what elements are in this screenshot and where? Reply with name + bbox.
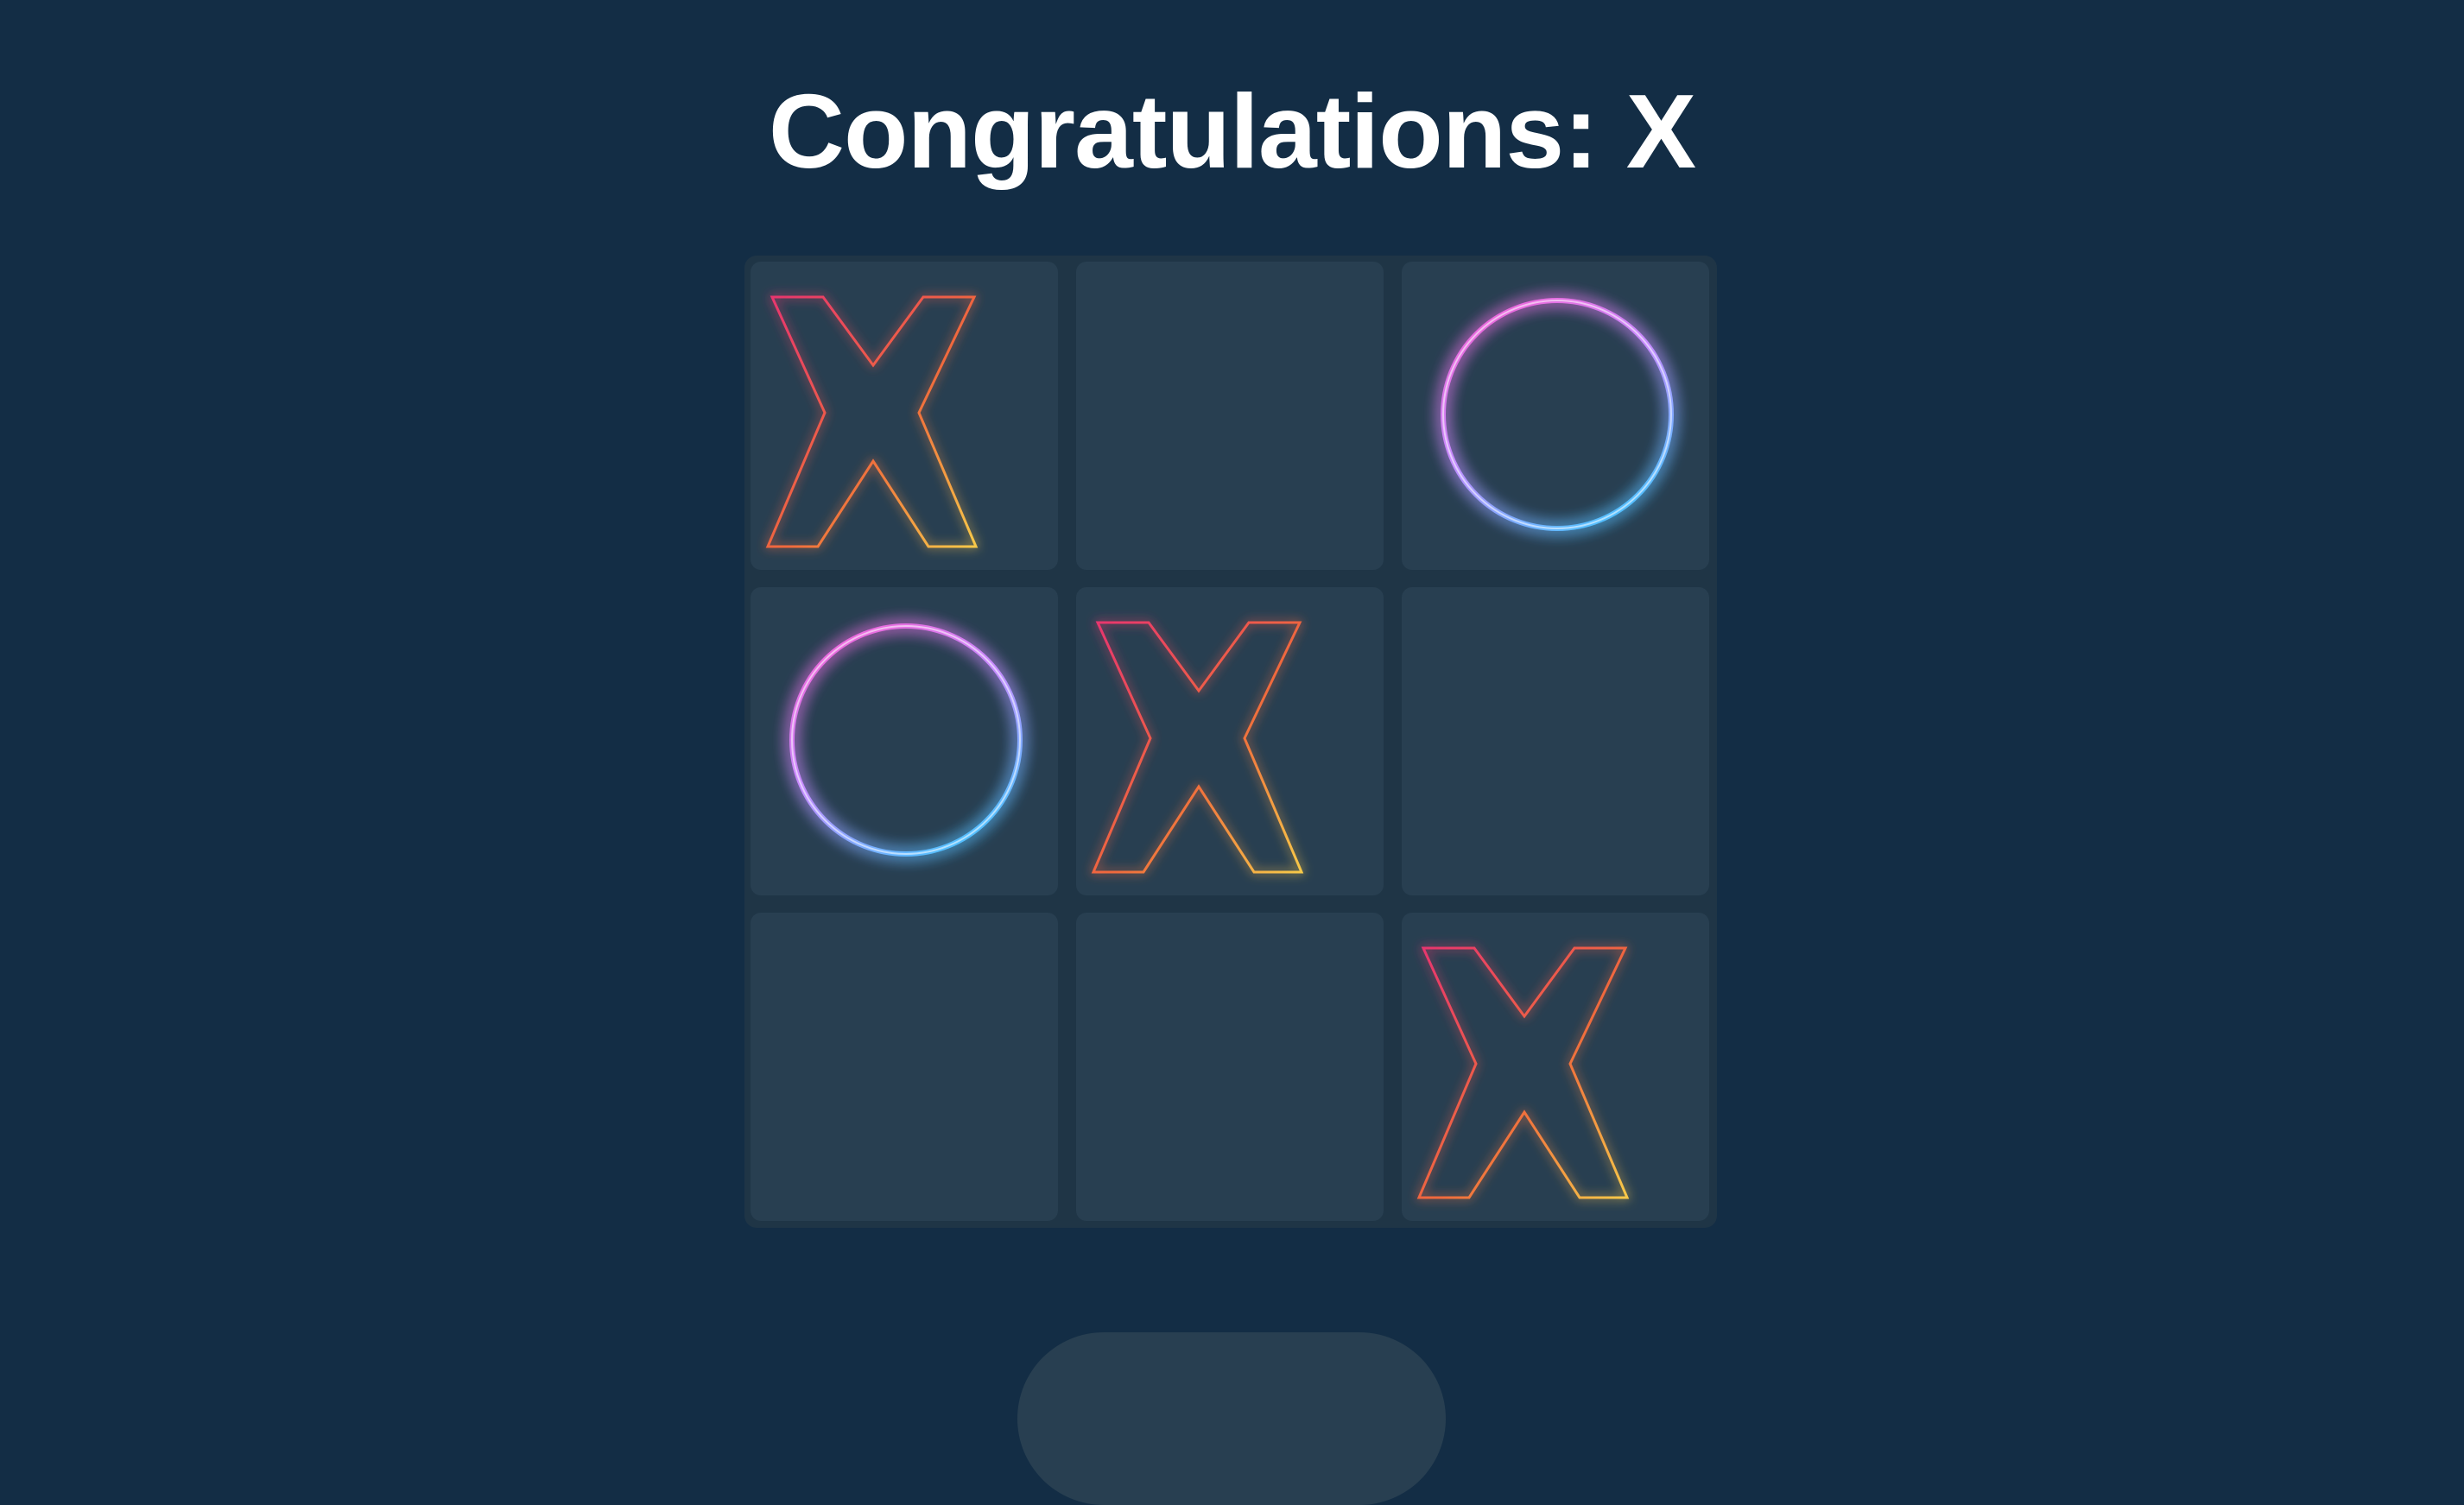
- board-cell-7[interactable]: [751, 913, 1058, 1221]
- x-mark-icon: [765, 295, 979, 548]
- board-cell-1[interactable]: [751, 262, 1058, 570]
- game-board: [744, 256, 1717, 1228]
- x-mark-icon: [765, 295, 979, 548]
- o-mark-icon: [789, 623, 1023, 857]
- o-mark-icon: [1441, 298, 1674, 531]
- o-mark-icon: [789, 623, 1023, 857]
- board-cell-2[interactable]: [1076, 262, 1384, 570]
- board-cell-5[interactable]: [1076, 587, 1384, 895]
- board-cell-4[interactable]: [751, 587, 1058, 895]
- restart-button[interactable]: [1017, 1332, 1446, 1505]
- o-mark-icon: [1441, 298, 1674, 531]
- x-mark-icon: [1416, 946, 1630, 1199]
- x-mark-icon: [1091, 621, 1304, 874]
- board-cell-3[interactable]: [1402, 262, 1709, 570]
- x-mark-icon: [1091, 621, 1304, 874]
- board-cell-6[interactable]: [1402, 587, 1709, 895]
- x-mark-icon: [1416, 946, 1630, 1199]
- board-cell-9[interactable]: [1402, 913, 1709, 1221]
- game-status-title: Congratulations: X: [768, 73, 1696, 190]
- board-cell-8[interactable]: [1076, 913, 1384, 1221]
